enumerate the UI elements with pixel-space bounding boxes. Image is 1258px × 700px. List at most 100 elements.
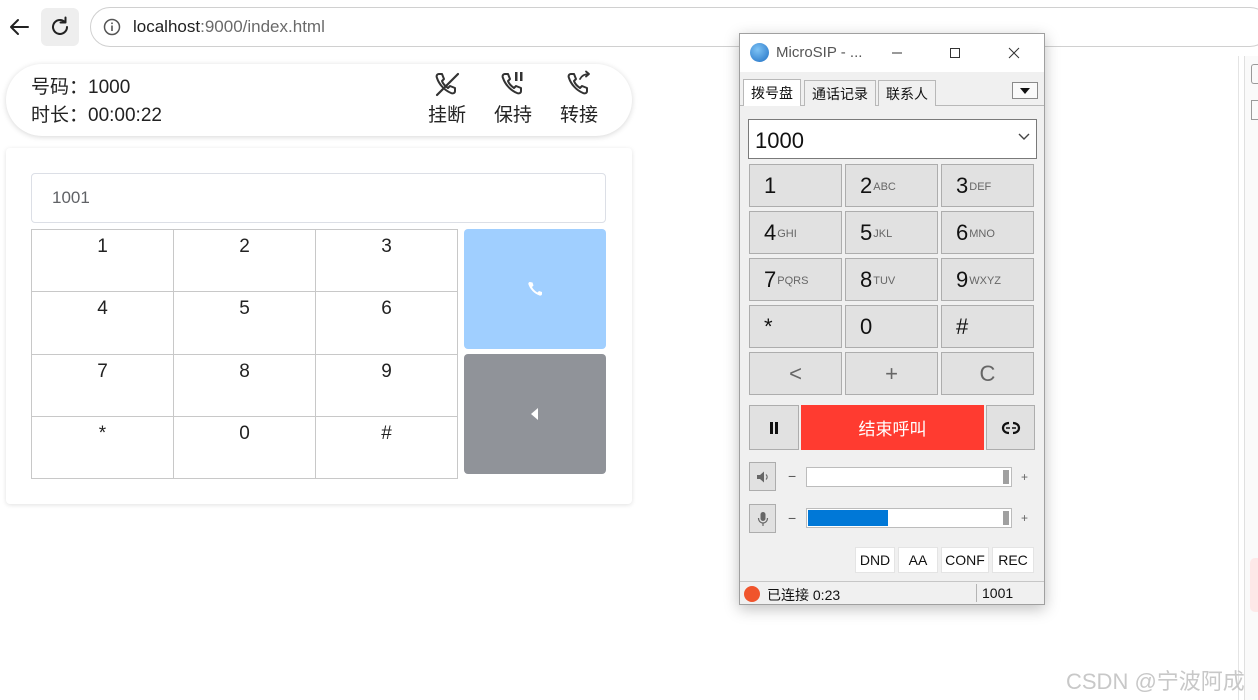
conference-button[interactable]: CONF — [941, 547, 989, 573]
tab-dialpad[interactable]: 拨号盘 — [743, 79, 801, 106]
watermark: CSDN @宁波阿成 — [1066, 669, 1245, 694]
ms-key-digit: 8 — [860, 266, 873, 292]
browser-toolbar: localhost:9000/index.html — [0, 0, 1258, 56]
ms-key-letters: PQRS — [777, 275, 809, 287]
ms-key-0[interactable]: 0 — [845, 305, 938, 348]
ms-transfer-button[interactable] — [986, 405, 1035, 450]
key-4[interactable]: 4 — [32, 292, 174, 355]
mic-volume-fill — [808, 510, 888, 526]
key-2[interactable]: 2 — [174, 230, 316, 293]
call-duration-label: 时长： — [31, 105, 89, 126]
key-0[interactable]: 0 — [174, 416, 316, 479]
ms-key-digit: + — [885, 360, 898, 386]
key-star[interactable]: * — [32, 416, 174, 479]
ms-mic-button[interactable] — [749, 504, 776, 533]
url-text[interactable]: localhost:9000/index.html — [133, 17, 325, 37]
ms-speaker-button[interactable] — [749, 462, 776, 491]
microsip-tabs: 拨号盘 通话记录 联系人 — [740, 79, 1044, 106]
close-button[interactable] — [1002, 41, 1026, 65]
key-5[interactable]: 5 — [174, 292, 316, 355]
ms-key-letters: GHI — [777, 228, 797, 240]
close-icon — [1008, 47, 1020, 59]
hold-button[interactable]: 保持 — [488, 70, 538, 130]
backspace-icon — [531, 408, 538, 420]
speaker-minus: − — [788, 468, 797, 484]
tab-call-history[interactable]: 通话记录 — [804, 80, 876, 106]
side-panel-badge[interactable] — [1250, 558, 1258, 612]
call-duration: 00:00:22 — [88, 105, 162, 126]
ms-key-digit: # — [956, 313, 969, 339]
ms-key-digit: * — [764, 313, 773, 339]
ms-key-3[interactable]: 3 DEF — [941, 164, 1034, 207]
ms-key-8[interactable]: 8 TUV — [845, 258, 938, 301]
minimize-button[interactable] — [885, 41, 909, 65]
ms-key-digit: 5 — [860, 219, 873, 245]
hangup-icon — [435, 72, 460, 97]
speaker-volume-slider[interactable] — [806, 467, 1012, 487]
ms-hold-button[interactable] — [749, 405, 799, 450]
transfer-button[interactable]: 转接 — [554, 70, 604, 130]
microsip-number-value: 1000 — [755, 128, 804, 153]
key-7[interactable]: 7 — [32, 354, 174, 417]
backspace-button[interactable] — [464, 354, 606, 474]
key-hash[interactable]: # — [316, 416, 458, 479]
tab-contacts[interactable]: 联系人 — [878, 80, 936, 106]
pause-icon — [770, 421, 778, 434]
microsip-window: MicroSIP - ... 拨号盘 通话记录 联系人 1000 1 2 ABC … — [739, 33, 1045, 605]
web-keypad: 1 2 3 4 5 6 7 8 9 * 0 # — [31, 229, 458, 479]
dial-number-input[interactable] — [31, 173, 606, 223]
record-button[interactable]: REC — [992, 547, 1034, 573]
chevron-down-icon[interactable] — [1018, 133, 1030, 141]
ms-plus-button[interactable]: + — [845, 352, 938, 395]
call-button[interactable] — [464, 229, 606, 349]
ms-key-hash[interactable]: # — [941, 305, 1034, 348]
ms-key-5[interactable]: 5 JKL — [845, 211, 938, 254]
ms-clear-button[interactable]: C — [941, 352, 1034, 395]
speaker-plus: + — [1021, 470, 1029, 484]
ms-key-star[interactable]: * — [749, 305, 842, 348]
microsip-menu-button[interactable] — [1012, 82, 1038, 99]
address-bar[interactable]: localhost:9000/index.html — [90, 7, 1258, 47]
side-panel-tab[interactable] — [1251, 64, 1258, 84]
microsip-titlebar[interactable]: MicroSIP - ... — [740, 34, 1044, 72]
ms-key-digit: 6 — [956, 219, 969, 245]
speaker-volume-fill — [808, 469, 1002, 485]
ms-key-7[interactable]: 7 PQRS — [749, 258, 842, 301]
call-number-row: 号码：1000 — [31, 72, 130, 99]
back-button[interactable] — [0, 8, 38, 46]
mic-volume-thumb[interactable] — [1003, 511, 1009, 525]
dial-card: 1 2 3 4 5 6 7 8 9 * 0 # — [6, 148, 632, 504]
dnd-button[interactable]: DND — [855, 547, 895, 573]
mic-volume-slider[interactable] — [806, 508, 1012, 528]
auto-answer-button[interactable]: AA — [898, 547, 938, 573]
status-account: 1001 — [982, 585, 1014, 601]
microsip-title: MicroSIP - ... — [776, 44, 863, 61]
ms-backspace-button[interactable]: < — [749, 352, 842, 395]
reload-icon — [52, 16, 68, 35]
ms-key-6[interactable]: 6 MNO — [941, 211, 1034, 254]
hangup-label: 挂断 — [427, 105, 466, 126]
key-1[interactable]: 1 — [32, 230, 174, 293]
key-8[interactable]: 8 — [174, 354, 316, 417]
ms-key-digit: 3 — [956, 172, 969, 198]
key-9[interactable]: 9 — [316, 354, 458, 417]
key-3[interactable]: 3 — [316, 230, 458, 293]
ms-key-9[interactable]: 9 WXYZ — [941, 258, 1034, 301]
speaker-volume-thumb[interactable] — [1003, 470, 1009, 484]
microsip-number-combo[interactable]: 1000 — [748, 119, 1037, 159]
ms-key-2[interactable]: 2 ABC — [845, 164, 938, 207]
key-6[interactable]: 6 — [316, 292, 458, 355]
ms-key-1[interactable]: 1 — [749, 164, 842, 207]
ms-end-call-button[interactable]: 结束呼叫 — [801, 405, 984, 450]
url-host: localhost — [133, 17, 201, 36]
connection-status: 已连接 0:23 — [767, 587, 841, 603]
ms-key-4[interactable]: 4 GHI — [749, 211, 842, 254]
info-icon[interactable] — [103, 18, 121, 36]
reload-button[interactable] — [41, 8, 79, 46]
side-panel-tab-2[interactable] — [1251, 100, 1258, 120]
ms-key-digit: < — [789, 360, 802, 386]
hangup-button[interactable]: 挂断 — [422, 70, 472, 130]
maximize-button[interactable] — [943, 41, 967, 65]
ms-key-letters: JKL — [873, 228, 893, 240]
microsip-keypad: 1 2 ABC 3 DEF 4 GHI 5 JKL 6 MNO 7 PQRS 8 TUV 9W… — [749, 164, 1035, 395]
